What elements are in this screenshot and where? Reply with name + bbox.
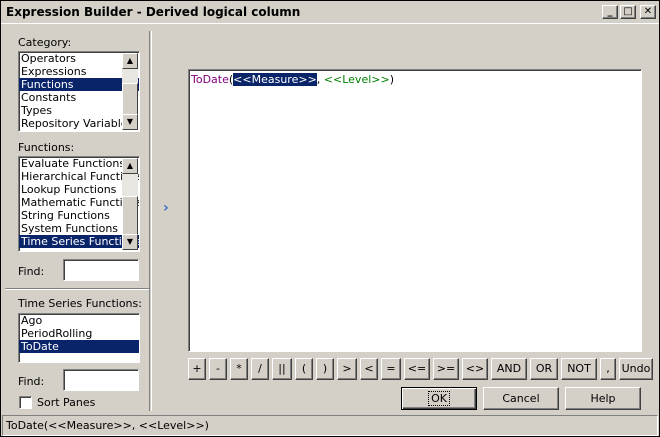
function-category-item[interactable]: Evaluate Functions <box>19 157 139 170</box>
operator-button[interactable]: ( <box>295 358 313 380</box>
category-item[interactable]: Types <box>19 104 139 117</box>
operator-button[interactable]: + <box>188 358 206 380</box>
close-paren: ) <box>389 73 394 86</box>
functions-find-input[interactable] <box>63 259 139 281</box>
scroll-down-icon[interactable]: ▼ <box>122 234 138 250</box>
functions-scrollbar[interactable]: ▲ ▼ <box>122 158 138 250</box>
title-bar: Expression Builder - Derived logical col… <box>1 1 659 24</box>
expression-builder-window: Expression Builder - Derived logical col… <box>0 0 660 437</box>
cancel-button[interactable]: Cancel <box>483 387 559 410</box>
scroll-up-icon[interactable]: ▲ <box>122 158 138 174</box>
measure-placeholder[interactable]: <<Measure>> <box>233 73 317 86</box>
find-label: Find: <box>18 265 45 278</box>
category-label: Category: <box>18 36 72 49</box>
time-series-label: Time Series Functions: <box>18 297 142 310</box>
functions-list[interactable]: Evaluate Functions Hierarchical Functions… <box>18 156 140 252</box>
find-label: Find: <box>18 375 45 388</box>
time-series-function-item[interactable]: ToDate <box>19 340 139 353</box>
operator-button[interactable]: , <box>600 358 616 380</box>
expression-text: ToDate(<<Measure>>, <<Level>>) <box>191 73 394 86</box>
operator-button[interactable]: - <box>209 358 227 380</box>
help-button[interactable]: Help <box>565 387 641 410</box>
function-category-item[interactable]: Hierarchical Functions <box>19 170 139 183</box>
function-category-item[interactable]: String Functions <box>19 209 139 222</box>
minimize-button[interactable]: _ <box>602 5 618 19</box>
close-button[interactable]: ✕ <box>640 5 656 19</box>
scroll-down-icon[interactable]: ▼ <box>122 114 138 130</box>
ok-button[interactable]: OK <box>401 387 477 410</box>
operator-button[interactable]: AND <box>491 358 527 380</box>
category-item[interactable]: Expressions <box>19 65 139 78</box>
sort-panes-label: Sort Panes <box>37 396 96 409</box>
operator-button[interactable]: = <box>381 358 401 380</box>
functions-label: Functions: <box>18 141 75 154</box>
scroll-up-icon[interactable]: ▲ <box>122 53 138 69</box>
function-category-item[interactable]: Lookup Functions <box>19 183 139 196</box>
function-category-item[interactable]: Mathematic Functions <box>19 196 139 209</box>
category-item[interactable]: Functions <box>19 78 139 91</box>
category-item[interactable]: Repository Variables <box>19 117 139 130</box>
operator-button[interactable]: NOT <box>561 358 597 380</box>
function-category-item[interactable]: Time Series Functions <box>19 235 139 248</box>
operator-button[interactable]: OR <box>530 358 558 380</box>
window-title: Expression Builder - Derived logical col… <box>6 5 301 19</box>
category-item[interactable]: Operators <box>19 52 139 65</box>
function-category-item[interactable]: System Functions <box>19 222 139 235</box>
operator-button[interactable]: / <box>251 358 269 380</box>
operator-button[interactable]: >= <box>433 358 459 380</box>
time-series-function-item[interactable]: PeriodRolling <box>19 327 139 340</box>
operator-button[interactable]: <= <box>404 358 430 380</box>
divider <box>5 288 149 290</box>
operator-button[interactable]: > <box>337 358 357 380</box>
expression-editor[interactable]: ToDate(<<Measure>>, <<Level>>) <box>188 69 642 352</box>
maximize-button[interactable]: □ <box>620 5 636 19</box>
category-item[interactable]: Constants <box>19 91 139 104</box>
separator: , <box>316 73 324 86</box>
operator-button[interactable]: ) <box>316 358 334 380</box>
operator-button[interactable]: * <box>230 358 248 380</box>
category-list[interactable]: Operators Expressions Functions Constants Ty… <box>18 51 140 132</box>
category-scrollbar[interactable]: ▲ ▼ <box>122 53 138 130</box>
sort-panes-checkbox[interactable] <box>19 396 32 409</box>
operator-button[interactable]: || <box>272 358 292 380</box>
scroll-thumb[interactable] <box>122 83 138 117</box>
function-name: ToDate <box>191 73 229 86</box>
time-series-function-item[interactable]: Ago <box>19 314 139 327</box>
time-series-list[interactable]: Ago PeriodRolling ToDate <box>18 313 140 363</box>
status-bar: ToDate(<<Measure>>, <<Level>>) <box>2 415 658 436</box>
time-series-find-input[interactable] <box>63 369 139 391</box>
operator-button[interactable]: Undo <box>619 358 653 380</box>
operator-button[interactable]: <> <box>462 358 488 380</box>
operator-button[interactable]: < <box>360 358 378 380</box>
insert-arrow-icon[interactable]: › <box>163 200 169 216</box>
level-placeholder[interactable]: <<Level>> <box>324 73 390 86</box>
panel-splitter[interactable] <box>149 31 152 411</box>
